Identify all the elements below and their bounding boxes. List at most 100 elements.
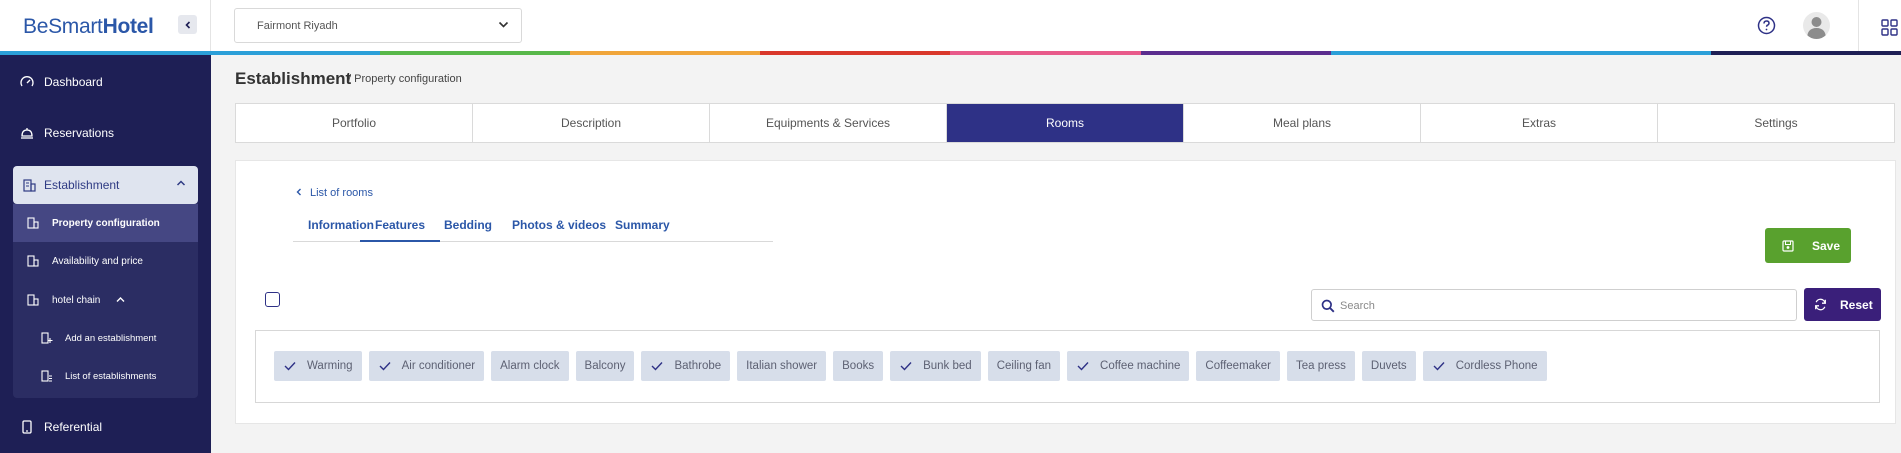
brand-name-part1: BeSmart — [23, 15, 103, 38]
sidebar-label-reservations: Reservations — [44, 126, 115, 140]
tab-settings[interactable]: Settings — [1658, 104, 1894, 142]
feature-chip-label: Italian shower — [746, 360, 818, 372]
brand-logo[interactable]: BeSmartHotel — [23, 15, 154, 39]
feature-chip-label: Alarm clock — [500, 360, 560, 372]
bell-service-icon — [21, 128, 33, 139]
rainbow-segment — [1140, 51, 1331, 55]
feature-chip[interactable]: Balcony — [575, 351, 635, 381]
checkmark-icon — [379, 362, 391, 371]
save-button[interactable]: Save — [1765, 228, 1851, 263]
selected-hotel-value: Fairmont Riyadh — [257, 20, 338, 32]
building-list-icon — [41, 370, 52, 382]
feature-chip[interactable]: Ceiling fan — [987, 351, 1061, 381]
feature-chip[interactable]: Warming — [274, 351, 362, 381]
feature-chip[interactable]: Bunk bed — [890, 351, 981, 381]
hotel-select[interactable]: Fairmont Riyadh — [234, 8, 522, 43]
tab-description[interactable]: Description — [473, 104, 710, 142]
feature-chip[interactable]: Coffee machine — [1067, 351, 1190, 381]
tab-meal-plans[interactable]: Meal plans — [1184, 104, 1421, 142]
sidebar-label-property-configuration: Property configuration — [52, 218, 160, 229]
feature-chip[interactable]: Air conditioner — [368, 351, 485, 381]
sidebar-item-availability-price[interactable]: Availability and price — [13, 242, 198, 280]
feature-chip-label: Balcony — [584, 360, 626, 372]
building-icon — [23, 179, 36, 192]
feature-chip-label: Tea press — [1296, 360, 1346, 372]
sidebar-label-referential: Referential — [44, 420, 103, 434]
feature-chips: Warming Air conditioner Alarm clock Balcony… — [274, 351, 1547, 381]
reset-button-label: Reset — [1840, 298, 1873, 312]
building-icon — [27, 294, 39, 306]
building-icon — [27, 217, 39, 229]
feature-chip-label: Warming — [307, 360, 353, 372]
refresh-icon — [1815, 298, 1826, 311]
brand-name-part2: Hotel — [102, 15, 154, 38]
floppy-disk-icon — [1782, 240, 1794, 252]
chevron-up-icon — [176, 180, 186, 186]
page-title: Establishment — [235, 69, 352, 88]
tab-extras[interactable]: Extras — [1421, 104, 1658, 142]
save-button-label: Save — [1812, 239, 1841, 253]
sidebar: Dashboard Reservations Establishment Pro… — [0, 55, 211, 453]
sidebar-label-list-establishments: List of establishments — [65, 371, 157, 382]
feature-chip-label: Bunk bed — [923, 360, 972, 372]
search-input[interactable] — [1340, 296, 1780, 316]
feature-chip[interactable]: Coffeemaker — [1196, 351, 1281, 381]
building-add-icon — [41, 332, 53, 344]
sidebar-item-property-configuration[interactable]: Property configuration — [13, 204, 198, 242]
chevron-down-icon — [498, 21, 509, 28]
feature-chip-label: Coffeemaker — [1205, 360, 1272, 372]
subtab-photos-videos[interactable]: Photos & videos — [512, 210, 606, 242]
header-divider — [1858, 0, 1859, 51]
feature-chip[interactable]: Tea press — [1287, 351, 1355, 381]
feature-chip-label: Bathrobe — [674, 360, 722, 372]
apps-grid-icon[interactable] — [1881, 19, 1898, 36]
sidebar-item-referential[interactable]: Referential — [0, 412, 211, 442]
tab-rooms[interactable]: Rooms — [947, 104, 1184, 142]
back-to-list-link[interactable]: List of rooms — [296, 187, 373, 199]
checkmark-icon — [651, 362, 663, 371]
logo-area: BeSmartHotel — [0, 0, 211, 51]
room-subtabs: Information Features Bedding Photos & video… — [293, 210, 773, 242]
tab-equipments-services[interactable]: Equipments & Services — [710, 104, 947, 142]
sidebar-item-add-establishment[interactable]: Add an establishment — [13, 319, 198, 357]
help-icon[interactable] — [1757, 16, 1776, 35]
feature-chip[interactable]: Italian shower — [737, 351, 827, 381]
sidebar-item-establishment[interactable]: Establishment — [13, 166, 198, 204]
select-all-checkbox[interactable] — [265, 292, 280, 307]
feature-chip[interactable]: Books — [833, 351, 884, 381]
sidebar-item-dashboard[interactable]: Dashboard — [0, 67, 211, 97]
feature-chip[interactable]: Bathrobe — [641, 351, 731, 381]
checkmark-icon — [1433, 362, 1445, 371]
sidebar-item-list-establishments[interactable]: List of establishments — [13, 357, 198, 395]
config-tabs: Portfolio Description Equipments & Service… — [235, 103, 1895, 143]
feature-chip[interactable]: Alarm clock — [491, 351, 569, 381]
rainbow-segment — [380, 51, 571, 55]
subtab-summary[interactable]: Summary — [615, 210, 670, 242]
sidebar-label-availability-price: Availability and price — [52, 256, 143, 267]
collapse-sidebar-button[interactable] — [178, 15, 197, 34]
subtab-bedding[interactable]: Bedding — [444, 210, 492, 242]
user-silhouette-icon — [1807, 17, 1826, 39]
reset-button[interactable]: Reset — [1804, 288, 1881, 321]
sidebar-label-add-establishment: Add an establishment — [65, 333, 157, 344]
feature-chip[interactable]: Duvets — [1361, 351, 1416, 381]
sidebar-item-hotel-chain[interactable]: hotel chain — [13, 281, 198, 319]
feature-chip-label: Cordless Phone — [1455, 360, 1538, 372]
top-header: BeSmartHotel Fairmont Riyadh — [0, 0, 1901, 51]
establishment-group: Establishment Property configuration Ava… — [13, 166, 198, 398]
feature-chip[interactable]: Cordless Phone — [1422, 351, 1547, 381]
features-list: Warming Air conditioner Alarm clock Balcony… — [255, 330, 1880, 403]
feature-chip-label: Air conditioner — [401, 360, 476, 372]
checkmark-icon — [284, 362, 296, 371]
rainbow-segment — [1520, 51, 1711, 55]
tab-portfolio[interactable]: Portfolio — [236, 104, 473, 142]
rainbow-segment — [760, 51, 951, 55]
sidebar-item-reservations[interactable]: Reservations — [0, 118, 211, 148]
feature-chip-label: Duvets — [1370, 360, 1407, 372]
subtab-features[interactable]: Features — [360, 210, 441, 242]
user-avatar[interactable] — [1803, 12, 1830, 39]
rainbow-segment — [1710, 51, 1901, 55]
gauge-icon — [20, 76, 34, 87]
rainbow-segment — [950, 51, 1141, 55]
building-icon — [27, 255, 39, 267]
